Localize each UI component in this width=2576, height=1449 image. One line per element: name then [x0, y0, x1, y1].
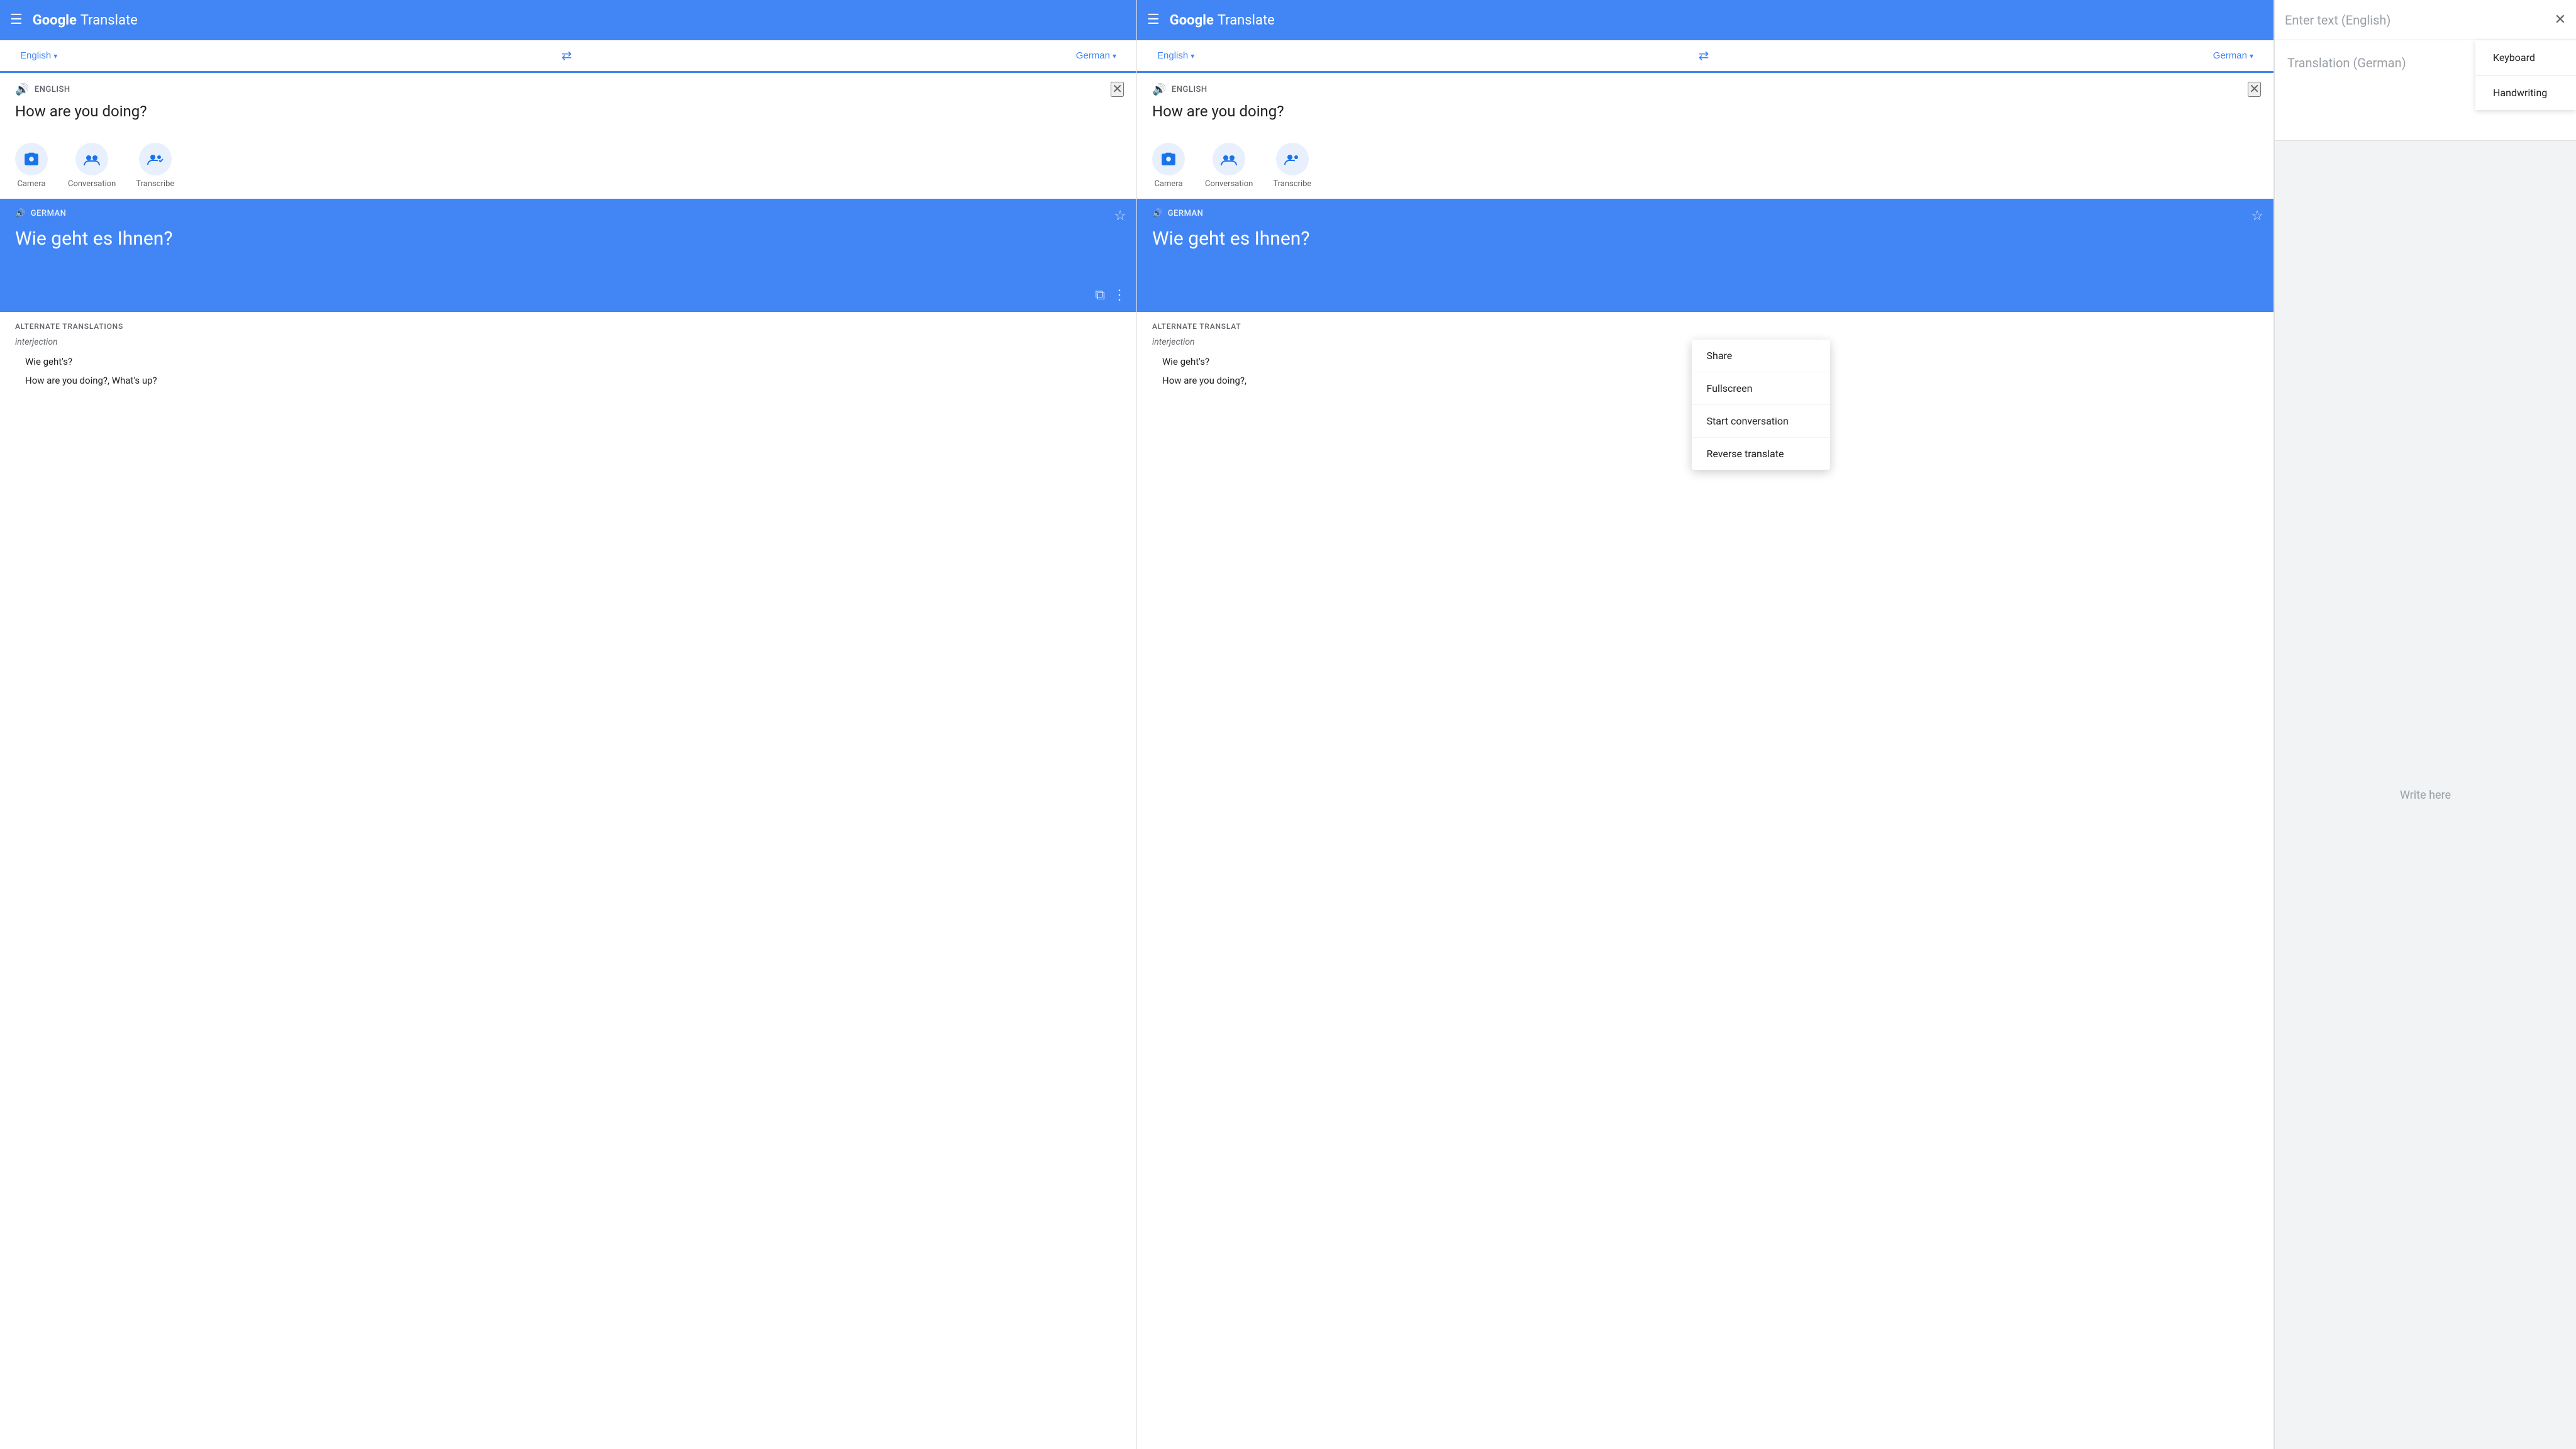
context-menu-fullscreen[interactable]: Fullscreen [1692, 372, 1830, 405]
speaker-icon-trans-2[interactable]: 🔊 [1152, 209, 1163, 218]
alt-item-1-0: Wie geht's? [15, 352, 1121, 372]
write-area[interactable]: Write here [2275, 141, 2576, 1449]
context-menu-reverse-translate[interactable]: Reverse translate [1692, 438, 1830, 470]
speaker-icon-source-2[interactable]: 🔊 [1152, 83, 1167, 96]
lang-bar-2: English ▾ ⇄ German ▾ [1137, 40, 2273, 73]
source-lang-btn-2[interactable]: English ▾ [1152, 48, 1199, 64]
source-text-2: How are you doing? [1152, 101, 2258, 123]
translation-lang-label-2: 🔊 GERMAN [1152, 209, 2258, 218]
alt-translations-1: ALTERNATE TRANSLATIONS interjection Wie … [0, 312, 1136, 1449]
source-lang-arrow-2: ▾ [1191, 52, 1194, 60]
feature-transcribe-1[interactable]: Transcribe [136, 143, 174, 189]
transcribe-icon-2 [1276, 143, 1309, 175]
feature-conversation-1[interactable]: Conversation [68, 143, 116, 189]
brand-logo-1: Google Translate [33, 13, 138, 28]
translate-panel-1: ☰ Google Translate English ▾ ⇄ German ▾ … [0, 0, 1137, 1449]
more-btn-1[interactable]: ⋮ [1113, 287, 1126, 303]
source-area-2: 🔊 ENGLISH ✕ How are you doing? [1137, 73, 2273, 138]
source-area-1: 🔊 ENGLISH ✕ How are you doing? [0, 73, 1136, 138]
camera-label-2: Camera [1154, 179, 1182, 189]
brand-translate-2: Translate [1218, 13, 1275, 28]
swap-btn-1[interactable]: ⇄ [562, 48, 572, 64]
translation-area-1: 🔊 GERMAN ☆ Wie geht es Ihnen? ⧉ ⋮ [0, 199, 1136, 312]
brand-google-1: Google [33, 13, 77, 28]
header-2: ☰ Google Translate [1137, 0, 2273, 40]
write-label-text: Write here [2400, 789, 2451, 802]
conversation-label-2: Conversation [1205, 179, 1253, 189]
input-header: Enter text (English) ✕ [2275, 0, 2576, 40]
feature-camera-2[interactable]: Camera [1152, 143, 1185, 189]
conversation-label-1: Conversation [68, 179, 116, 189]
camera-label-1: Camera [17, 179, 45, 189]
translation-area-2: 🔊 GERMAN ☆ Wie geht es Ihnen? [1137, 199, 2273, 312]
brand-google-2: Google [1170, 13, 1214, 28]
context-menu-share[interactable]: Share [1692, 340, 1830, 372]
source-text-1: How are you doing? [15, 101, 1121, 123]
feature-camera-1[interactable]: Camera [15, 143, 48, 189]
camera-icon-1 [15, 143, 48, 175]
feature-transcribe-2[interactable]: Transcribe [1273, 143, 1311, 189]
input-method-handwriting[interactable]: Handwriting [2475, 75, 2576, 110]
camera-icon-2 [1152, 143, 1185, 175]
alt-title-2: ALTERNATE TRANSLAT [1152, 322, 2258, 331]
input-text-placeholder[interactable]: Enter text (English) [2285, 13, 2555, 28]
header-1: ☰ Google Translate [0, 0, 1136, 40]
transcribe-label-1: Transcribe [136, 179, 174, 189]
source-lang-label-1: 🔊 ENGLISH [15, 83, 1121, 96]
translation-text-1: Wie geht es Ihnen? [15, 226, 1121, 252]
target-lang-btn-1[interactable]: German ▾ [1071, 48, 1121, 64]
close-btn-2[interactable]: ✕ [2248, 82, 2261, 97]
source-lang-label-2: 🔊 ENGLISH [1152, 83, 2258, 96]
transcribe-label-2: Transcribe [1273, 179, 1311, 189]
brand-translate-1: Translate [80, 13, 138, 28]
alt-pos-1: interjection [15, 337, 1121, 347]
target-lang-btn-2[interactable]: German ▾ [2208, 48, 2258, 64]
input-method-keyboard[interactable]: Keyboard [2475, 40, 2576, 75]
brand-logo-2: Google Translate [1170, 13, 1275, 28]
feature-icons-1: Camera Conversation [0, 138, 1136, 199]
input-panel: Enter text (English) ✕ Translation (Germ… [2274, 0, 2576, 1449]
source-lang-btn-1[interactable]: English ▾ [15, 48, 62, 64]
conversation-icon-2 [1213, 143, 1245, 175]
input-close-icon[interactable]: ✕ [2555, 12, 2566, 28]
lang-bar-1: English ▾ ⇄ German ▾ [0, 40, 1136, 73]
copy-btn-1[interactable]: ⧉ [1095, 287, 1105, 303]
menu-icon-1[interactable]: ☰ [10, 13, 23, 27]
translation-text-2: Wie geht es Ihnen? [1152, 226, 2258, 252]
star-btn-1[interactable]: ☆ [1114, 208, 1126, 224]
star-btn-2[interactable]: ☆ [2251, 208, 2263, 224]
context-menu-start-conversation[interactable]: Start conversation [1692, 405, 1830, 438]
target-lang-arrow-1: ▾ [1113, 52, 1116, 60]
swap-btn-2[interactable]: ⇄ [1699, 48, 1709, 64]
close-btn-1[interactable]: ✕ [1111, 82, 1124, 97]
translate-panel-2: ☰ Google Translate English ▾ ⇄ German ▾ … [1137, 0, 2274, 1449]
context-menu: Share Fullscreen Start conversation Reve… [1692, 340, 1830, 470]
target-lang-arrow-2: ▾ [2250, 52, 2253, 60]
alt-translations-2: ALTERNATE TRANSLAT interjection Wie geht… [1137, 312, 2273, 1449]
translation-actions-1: ⧉ ⋮ [1095, 287, 1126, 303]
feature-icons-2: Camera Conversation [1137, 138, 2273, 199]
input-method-menu: Keyboard Handwriting [2475, 40, 2576, 110]
alt-title-1: ALTERNATE TRANSLATIONS [15, 322, 1121, 331]
alt-item-1-1: How are you doing?, What's up? [15, 371, 1121, 391]
speaker-icon-trans-1[interactable]: 🔊 [15, 209, 26, 218]
menu-icon-2[interactable]: ☰ [1147, 13, 1160, 27]
translation-lang-label-1: 🔊 GERMAN [15, 209, 1121, 218]
conversation-icon-1 [75, 143, 108, 175]
transcribe-icon-1 [139, 143, 172, 175]
source-lang-arrow-1: ▾ [53, 52, 57, 60]
feature-conversation-2[interactable]: Conversation [1205, 143, 1253, 189]
speaker-icon-source-1[interactable]: 🔊 [15, 83, 30, 96]
